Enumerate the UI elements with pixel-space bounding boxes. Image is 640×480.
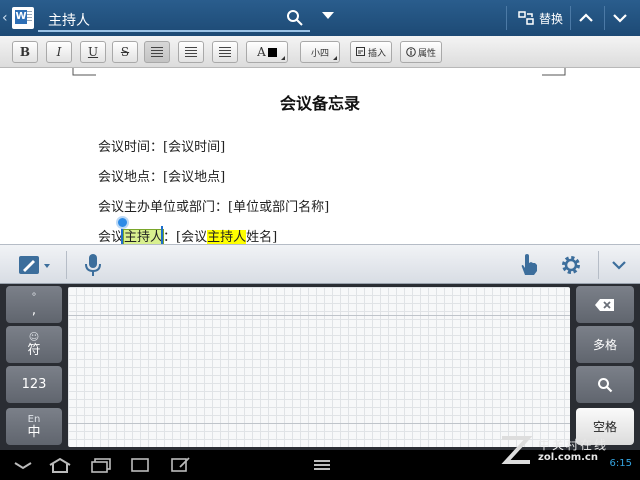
- margin-corner-mark: [542, 68, 566, 76]
- divider: [598, 251, 599, 279]
- line-text: 姓名]: [246, 230, 278, 244]
- divider: [66, 251, 67, 279]
- backspace-key[interactable]: [576, 286, 634, 323]
- search-key[interactable]: [576, 366, 634, 403]
- align-right-button[interactable]: [212, 41, 238, 63]
- align-right-icon: [219, 47, 231, 57]
- match-highlight: 主持人: [207, 230, 247, 244]
- font-color-swatch: [267, 47, 277, 57]
- screenshot-icon[interactable]: [130, 457, 150, 473]
- replace-button[interactable]: 替换: [518, 8, 563, 28]
- selection-handle-end[interactable]: [161, 226, 163, 244]
- document-line: 会议主持人：[会议主持人姓名]: [98, 226, 277, 244]
- font-size-value: 小四: [310, 48, 329, 59]
- edit-icon[interactable]: [170, 457, 192, 473]
- insert-label: 插入: [367, 48, 386, 59]
- properties-button[interactable]: 属性: [400, 41, 442, 63]
- pad-guide-line: [68, 315, 570, 316]
- screen: ‹ W 主持人 替换 B I U S A 小四 插入 属性 会议备忘录 会议时间…: [0, 0, 640, 480]
- document-title: 会议备忘录: [279, 94, 360, 113]
- key-sub-label: En: [27, 413, 41, 425]
- watermark-url: zol.com.cn: [538, 452, 598, 463]
- input-method-toolbar: [0, 244, 640, 284]
- multi-space-key[interactable]: 多格: [576, 326, 634, 363]
- underline-button[interactable]: U: [80, 41, 106, 63]
- collapse-keyboard-chevron-icon[interactable]: [606, 253, 632, 277]
- key-main-label: 中: [27, 424, 41, 440]
- align-left-button[interactable]: [144, 41, 170, 63]
- settings-gear-icon[interactable]: [558, 253, 584, 277]
- margin-corner-mark: [72, 68, 96, 76]
- search-icon[interactable]: [286, 9, 304, 27]
- align-left-icon: [151, 47, 163, 57]
- symbols-key[interactable]: ☺ 符: [6, 326, 62, 363]
- bold-button[interactable]: B: [12, 41, 38, 63]
- font-size-button[interactable]: 小四: [300, 41, 340, 63]
- zol-logo-icon: [501, 436, 533, 464]
- hand-gesture-icon[interactable]: [516, 253, 542, 277]
- key-main-label: 123: [21, 377, 47, 392]
- punctuation-key[interactable]: ° ,: [6, 286, 62, 323]
- divider: [506, 6, 507, 30]
- key-main-label: ,: [31, 302, 37, 318]
- selection-handle-knob[interactable]: [116, 216, 129, 229]
- handwriting-pad[interactable]: [68, 287, 570, 447]
- document-line: 会议时间：[会议时间]: [98, 140, 226, 155]
- replace-label: 替换: [539, 11, 564, 26]
- divider: [570, 6, 571, 30]
- dropdown-corner-icon: [281, 56, 285, 60]
- backspace-icon: [595, 298, 614, 311]
- format-toolbar: B I U S A 小四 插入 属性: [0, 36, 640, 68]
- info-icon: [406, 47, 416, 57]
- align-center-button[interactable]: [178, 41, 204, 63]
- font-color-button[interactable]: A: [246, 41, 288, 63]
- strikethrough-button[interactable]: S: [112, 41, 138, 63]
- align-center-icon: [185, 47, 197, 57]
- italic-button[interactable]: I: [46, 41, 72, 63]
- watermark-title: 中关村在线: [538, 438, 609, 452]
- replace-icon: [518, 11, 534, 25]
- document-line: 会议地点：[会议地点]: [98, 170, 226, 185]
- font-color-label: A: [257, 45, 266, 59]
- search-input-value: 主持人: [48, 13, 90, 29]
- recent-apps-icon[interactable]: [90, 457, 112, 473]
- handwriting-mode-icon[interactable]: [18, 253, 52, 277]
- zol-watermark: 中关村在线 zol.com.cn: [494, 428, 640, 472]
- key-main-label: 符: [27, 342, 41, 358]
- line-text: ：[会议: [163, 230, 208, 244]
- numbers-key[interactable]: 123: [6, 366, 62, 403]
- key-sub-label: ☺: [28, 331, 40, 343]
- home-icon[interactable]: [48, 457, 72, 473]
- language-switch-key[interactable]: En 中: [6, 408, 62, 445]
- dropdown-corner-icon: [333, 56, 337, 60]
- document-line: 会议主办单位或部门：[单位或部门名称]: [98, 200, 330, 215]
- divider: [604, 6, 605, 30]
- word-app-icon[interactable]: W: [12, 7, 34, 29]
- back-chevron-icon[interactable]: ‹: [2, 10, 10, 26]
- next-match-icon[interactable]: [610, 8, 630, 28]
- key-sub-label: °: [31, 291, 37, 303]
- menu-icon[interactable]: [312, 457, 332, 473]
- search-input[interactable]: 主持人: [38, 6, 310, 32]
- properties-label: 属性: [417, 48, 436, 59]
- previous-match-icon[interactable]: [576, 8, 596, 28]
- pad-guide-line: [68, 423, 570, 424]
- handwriting-keyboard: ° , ☺ 符 123 En 中 多格 空格: [0, 284, 640, 450]
- insert-button[interactable]: 插入: [350, 41, 392, 63]
- microphone-icon[interactable]: [80, 253, 106, 277]
- search-icon: [598, 377, 613, 392]
- current-match-highlight: 主持人: [123, 229, 165, 244]
- hide-keyboard-icon[interactable]: [12, 457, 34, 473]
- document-page[interactable]: 会议备忘录 会议时间：[会议时间] 会议地点：[会议地点] 会议主办单位或部门：…: [0, 68, 640, 244]
- search-options-dropdown-icon[interactable]: [322, 12, 334, 19]
- insert-icon: [355, 47, 365, 56]
